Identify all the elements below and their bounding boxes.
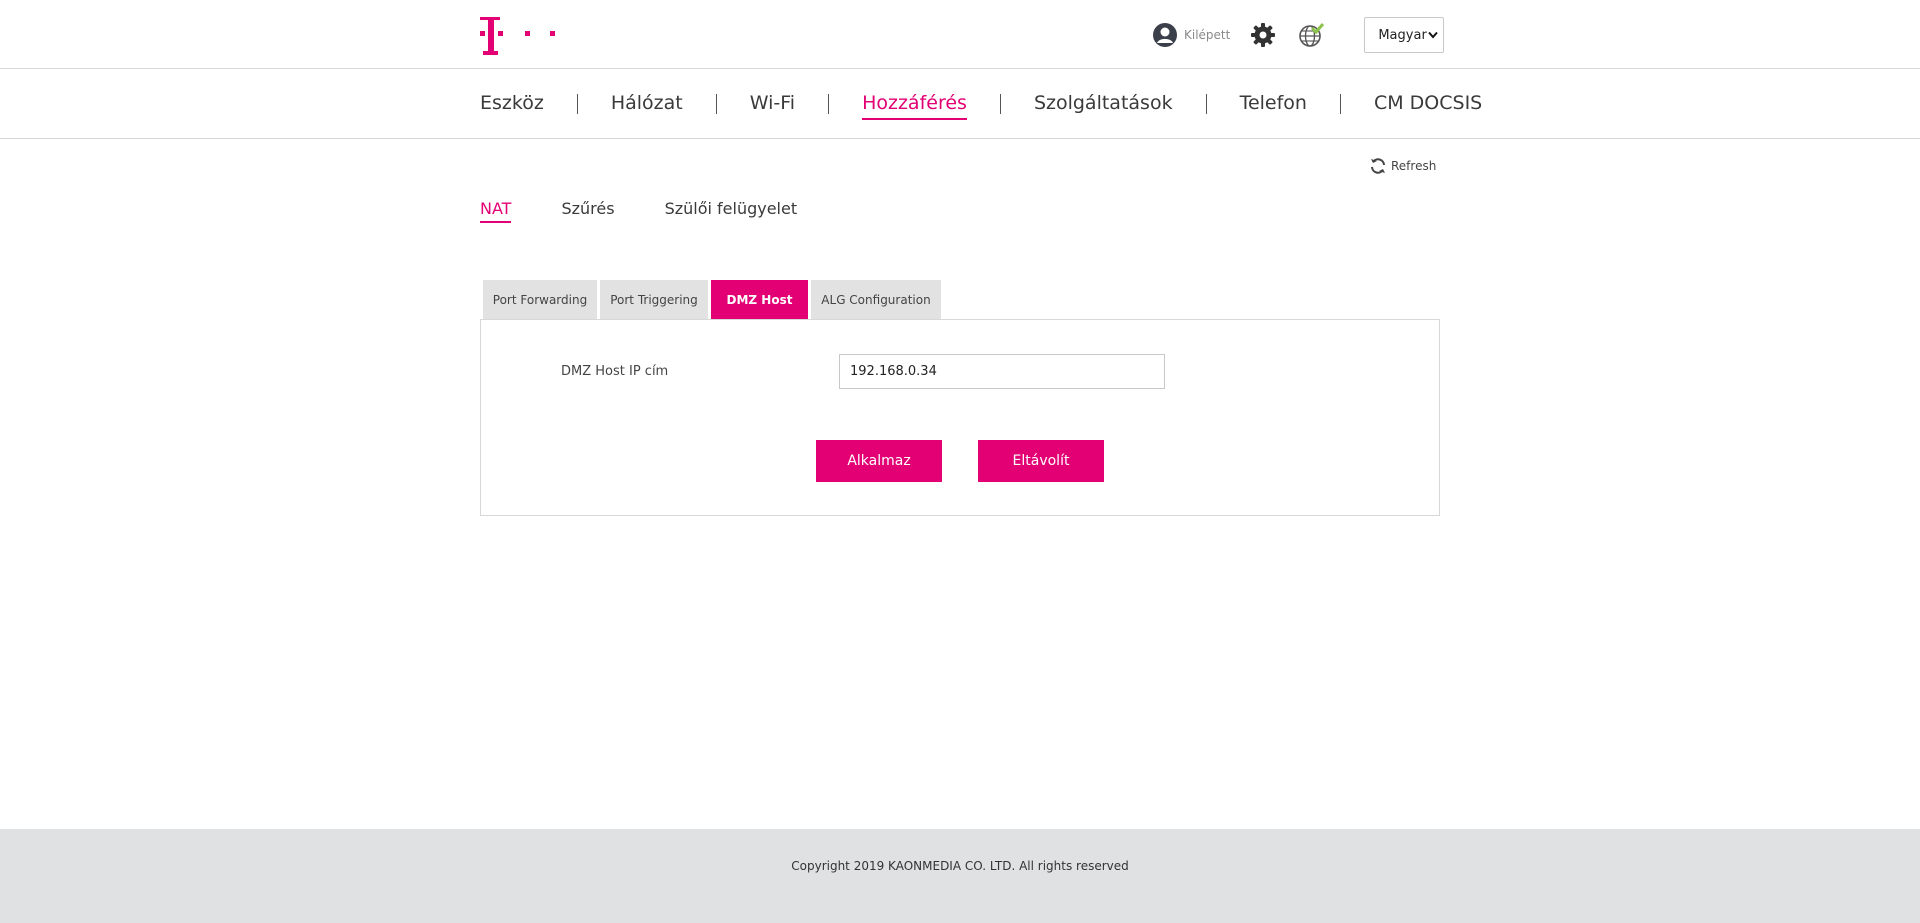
top-header: Kilépett Magyar [0,0,1920,69]
remove-button[interactable]: Eltávolít [978,440,1104,482]
nav-separator [1339,94,1341,114]
language-selected-value: Magyar [1378,27,1427,43]
nav-separator [576,94,578,114]
subnav-item-szuloi-felugyelet[interactable]: Szülői felügyelet [665,199,798,218]
tab-alg-configuration[interactable]: ALG Configuration [811,280,941,319]
sub-nav: NAT Szűrés Szülői felügyelet [480,199,847,223]
telekom-logo[interactable] [480,17,556,55]
nav-separator [1205,94,1207,114]
nav-item-telefon[interactable]: Telefon [1240,92,1307,116]
header-actions: Kilépett Magyar [1152,16,1445,54]
tab-port-triggering[interactable]: Port Triggering [600,280,708,319]
refresh-icon [1371,158,1385,174]
logout-link[interactable]: Kilépett [1184,28,1230,42]
nav-item-halozat[interactable]: Hálózat [611,92,683,116]
gear-icon[interactable] [1250,22,1276,48]
tab-port-forwarding[interactable]: Port Forwarding [483,280,597,319]
tab-dmz-host[interactable]: DMZ Host [711,280,808,319]
language-select[interactable]: Magyar [1364,17,1445,53]
nav-separator [828,94,830,114]
footer: Copyright 2019 KAONMEDIA CO. LTD. All ri… [0,829,1920,923]
nat-tabs: Port Forwarding Port Triggering DMZ Host… [483,280,944,319]
subnav-item-szures[interactable]: Szűrés [561,199,614,218]
dmz-host-ip-label: DMZ Host IP cím [561,364,669,379]
nav-item-cm-docsis[interactable]: CM DOCSIS [1374,92,1482,116]
nav-item-szolgaltatasok[interactable]: Szolgáltatások [1034,92,1173,116]
globe-check-icon[interactable] [1298,22,1325,48]
main-nav: Eszköz Hálózat Wi-Fi Hozzáférés Szolgált… [0,69,1920,139]
refresh-button[interactable]: Refresh [1369,157,1436,175]
refresh-label: Refresh [1391,159,1437,173]
user-icon[interactable] [1152,22,1178,48]
chevron-down-icon [1428,31,1439,39]
subnav-item-nat[interactable]: NAT [480,199,512,223]
nav-separator [715,94,717,114]
dmz-host-panel: DMZ Host IP cím Alkalmaz Eltávolít [480,319,1440,516]
dmz-host-ip-input[interactable] [839,354,1165,389]
nav-item-wifi[interactable]: Wi-Fi [750,92,795,116]
nav-item-eszkoz[interactable]: Eszköz [480,92,544,116]
nav-item-hozzaferes[interactable]: Hozzáférés [862,92,967,120]
nav-separator [999,94,1001,114]
copyright-text: Copyright 2019 KAONMEDIA CO. LTD. All ri… [791,859,1129,873]
apply-button[interactable]: Alkalmaz [816,440,942,482]
